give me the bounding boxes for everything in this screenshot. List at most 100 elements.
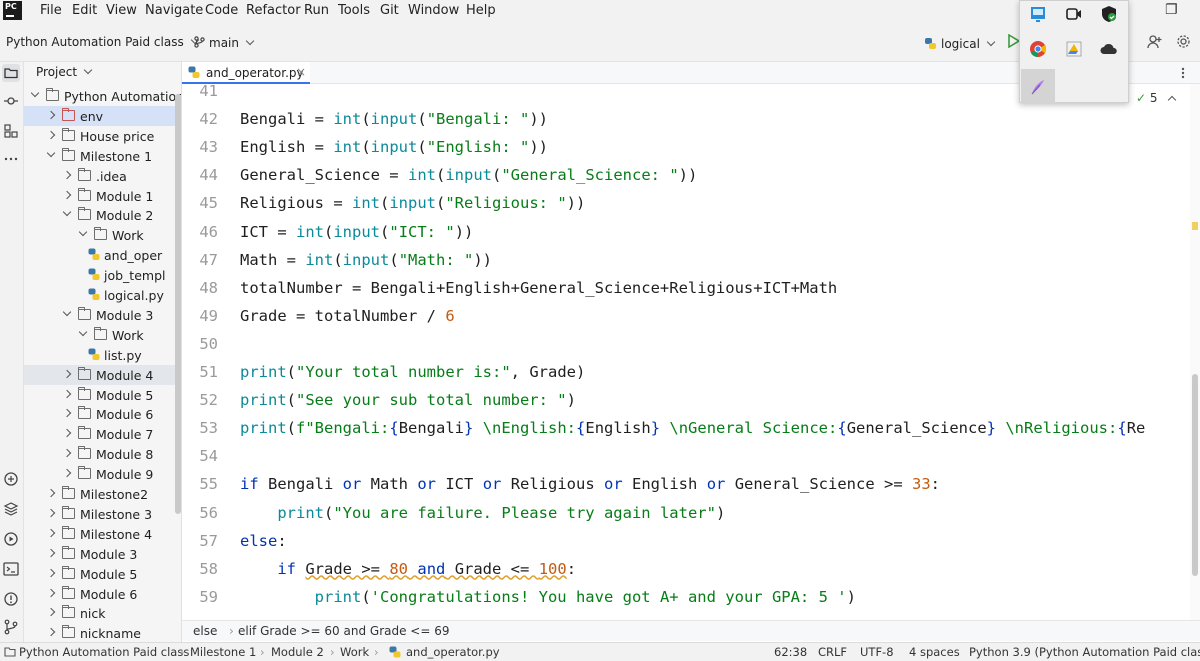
- menu-file[interactable]: File: [40, 3, 62, 18]
- tree-folder-item[interactable]: Module 8: [24, 444, 181, 464]
- caret-position[interactable]: 62:38: [774, 645, 807, 659]
- menu-tools[interactable]: Tools: [338, 3, 370, 18]
- menu-git[interactable]: Git: [380, 3, 399, 18]
- code-line[interactable]: totalNumber = Bengali+English+General_Sc…: [240, 279, 837, 297]
- warning-marker[interactable]: [1192, 222, 1198, 230]
- project-view-selector[interactable]: Project: [36, 65, 93, 79]
- status-path-project[interactable]: Python Automation Paid class: [19, 645, 189, 659]
- tree-folder-item[interactable]: Module 6: [24, 584, 181, 604]
- code-line[interactable]: if Grade >= 80 and Grade <= 100:: [240, 560, 576, 578]
- structure-icon[interactable]: [2, 122, 20, 140]
- code-line[interactable]: print("You are failure. Please try again…: [240, 504, 725, 522]
- code-line[interactable]: Bengali = int(input("Bengali: ")): [240, 110, 548, 128]
- add-user-icon[interactable]: [1147, 34, 1162, 49]
- tree-file-item[interactable]: list.py: [24, 345, 181, 365]
- code-line[interactable]: print('Congratulations! You have got A+ …: [240, 588, 856, 606]
- tree-folder-item[interactable]: Module 4: [24, 364, 181, 385]
- commit-icon[interactable]: [2, 92, 20, 110]
- code-line[interactable]: print("Your total number is:", Grade): [240, 363, 585, 381]
- tree-file-item[interactable]: logical.py: [24, 285, 181, 305]
- code-line[interactable]: else:: [240, 532, 287, 550]
- tree-folder-item[interactable]: Milestone 4: [24, 524, 181, 544]
- tree-file-item[interactable]: job_templ: [24, 265, 181, 285]
- chevron-right-icon[interactable]: [62, 190, 72, 199]
- menu-code[interactable]: Code: [205, 3, 238, 18]
- meet-icon[interactable]: [1064, 4, 1084, 24]
- tree-folder-item[interactable]: Module 2: [24, 205, 181, 225]
- tree-folder-item[interactable]: Module 3: [24, 305, 181, 325]
- chevron-right-icon[interactable]: [46, 488, 56, 498]
- tree-folder-item[interactable]: Module 1: [24, 186, 181, 206]
- chevron-right-icon[interactable]: [46, 528, 56, 538]
- chevron-right-icon[interactable]: [46, 588, 56, 597]
- python-packages-icon[interactable]: [2, 470, 20, 488]
- indent-setting[interactable]: 4 spaces: [909, 645, 960, 659]
- file-encoding[interactable]: UTF-8: [860, 645, 894, 659]
- status-path-milestone[interactable]: Milestone 1: [190, 645, 256, 659]
- feather-icon[interactable]: [1028, 77, 1048, 97]
- close-tab-icon[interactable]: ×: [296, 65, 306, 79]
- tab-and-operator[interactable]: and_operator.py ×: [182, 62, 310, 84]
- more-tabs-icon[interactable]: [1176, 66, 1190, 80]
- tree-folder-item[interactable]: Python Automation P: [24, 86, 181, 106]
- menu-run[interactable]: Run: [304, 3, 329, 18]
- inspection-widget[interactable]: ✓ 5: [1136, 91, 1177, 105]
- pycharm-logo[interactable]: PC: [3, 1, 22, 20]
- tree-folder-item[interactable]: nick: [24, 603, 181, 623]
- branch-selector[interactable]: main: [194, 35, 255, 50]
- tree-folder-item[interactable]: Milestone 3: [24, 504, 181, 524]
- chevron-right-icon[interactable]: [46, 508, 56, 518]
- menu-edit[interactable]: Edit: [72, 3, 97, 18]
- problems-icon[interactable]: [2, 590, 20, 608]
- code-line[interactable]: Math = int(input("Math: ")): [240, 251, 492, 269]
- status-path-module[interactable]: Module 2: [271, 645, 324, 659]
- tree-folder-item[interactable]: .idea: [24, 166, 181, 186]
- editor-scroll-thumb[interactable]: [1192, 374, 1198, 576]
- chevron-right-icon[interactable]: [62, 389, 72, 398]
- python-interpreter[interactable]: Python 3.9 (Python Automation Paid class…: [969, 645, 1200, 659]
- drive-icon[interactable]: [1064, 39, 1084, 59]
- chevron-down-icon[interactable]: [78, 327, 88, 337]
- menu-navigate[interactable]: Navigate: [145, 3, 203, 18]
- code-line[interactable]: Religious = int(input("Religious: ")): [240, 194, 585, 212]
- git-icon[interactable]: [2, 618, 20, 636]
- chevron-right-icon[interactable]: [62, 170, 72, 179]
- tree-folder-item[interactable]: Work: [24, 325, 181, 345]
- chevron-down-icon[interactable]: [78, 228, 88, 237]
- tree-folder-item[interactable]: Milestone2: [24, 484, 181, 504]
- tree-file-item[interactable]: and_oper: [24, 245, 181, 265]
- cloud-icon[interactable]: [1099, 39, 1119, 59]
- tree-folder-item[interactable]: Module 5: [24, 564, 181, 584]
- menu-help[interactable]: Help: [466, 3, 496, 18]
- tree-folder-item[interactable]: Work: [24, 225, 181, 245]
- more-icon[interactable]: [2, 150, 20, 168]
- tree-folder-item[interactable]: Module 9: [24, 464, 181, 484]
- code-editor[interactable]: Bengali = int(input("Bengali: ")) English…: [238, 84, 1190, 620]
- project-folder-icon[interactable]: [2, 64, 20, 82]
- menu-view[interactable]: View: [106, 3, 137, 18]
- editor-scrollbar[interactable]: [1190, 84, 1200, 620]
- menu-refactor[interactable]: Refactor: [246, 3, 301, 18]
- tree-folder-item[interactable]: Milestone 1: [24, 146, 181, 166]
- tree-folder-item[interactable]: Module 3: [24, 544, 181, 564]
- chevron-right-icon[interactable]: [46, 130, 56, 140]
- code-line[interactable]: General_Science = int(input("General_Sci…: [240, 166, 697, 184]
- run-config-selector[interactable]: logical: [924, 35, 996, 51]
- services-icon[interactable]: [2, 530, 20, 548]
- chevron-right-icon[interactable]: [62, 409, 72, 418]
- line-separator[interactable]: CRLF: [818, 645, 847, 659]
- chevron-right-icon[interactable]: [62, 369, 72, 378]
- code-line[interactable]: print(f"Bengali:{Bengali} \nEnglish:{Eng…: [240, 419, 1145, 437]
- tree-folder-item[interactable]: Module 5: [24, 385, 181, 405]
- chevron-right-icon[interactable]: [62, 448, 72, 458]
- menu-window[interactable]: Window: [408, 3, 459, 18]
- chrome-icon[interactable]: [1028, 39, 1048, 59]
- status-path-file[interactable]: and_operator.py: [406, 645, 500, 659]
- code-breadcrumb-else[interactable]: else: [193, 624, 217, 638]
- chevron-right-icon[interactable]: [46, 628, 56, 637]
- restore-window-icon[interactable]: ❐: [1165, 2, 1178, 18]
- code-breadcrumb-elif[interactable]: elif Grade >= 60 and Grade <= 69: [238, 624, 449, 638]
- chevron-right-icon[interactable]: [62, 429, 72, 438]
- tree-folder-item[interactable]: nickname: [24, 623, 181, 643]
- chevron-down-icon[interactable]: [46, 148, 56, 157]
